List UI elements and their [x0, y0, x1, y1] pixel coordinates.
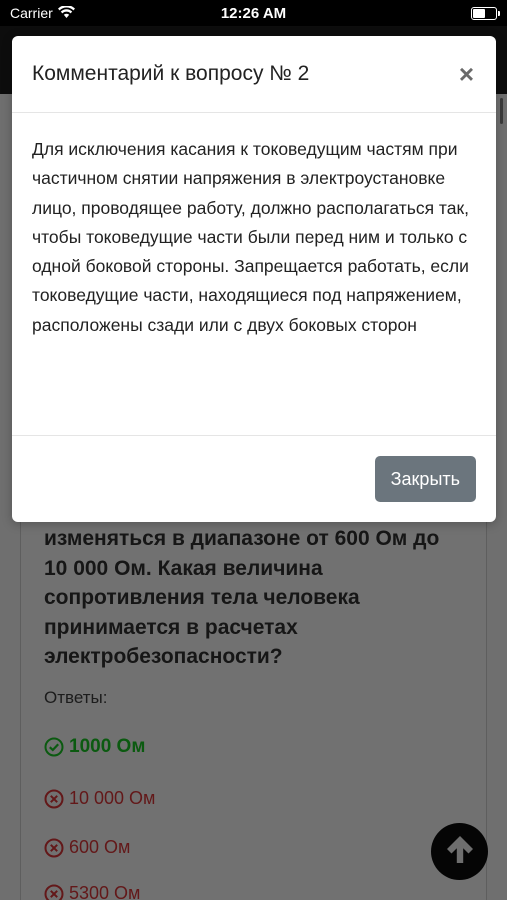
- comment-text: Для исключения касания к токоведущим час…: [32, 139, 470, 335]
- answer-option-wrong: 600 Ом: [44, 837, 130, 858]
- modal-body: Для исключения касания к токоведущим час…: [12, 113, 496, 436]
- status-left: Carrier: [10, 5, 75, 21]
- close-button[interactable]: Закрыть: [374, 456, 476, 502]
- battery-icon: [471, 6, 500, 20]
- x-circle-icon: [44, 884, 64, 900]
- answer-option-correct: 1000 Ом: [44, 736, 145, 758]
- modal-footer: Закрыть: [12, 436, 496, 522]
- close-icon[interactable]: ×: [459, 61, 474, 87]
- modal-title: Комментарий к вопросу № 2: [32, 62, 310, 85]
- x-circle-icon: [44, 838, 64, 858]
- check-circle-icon: [44, 737, 64, 757]
- modal-header: Комментарий к вопросу № 2 ×: [12, 36, 496, 113]
- status-time: 12:26 AM: [220, 4, 287, 22]
- arrow-up-icon: [441, 830, 479, 873]
- question-text: изменяться в диапазоне от 600 Ом до 10 0…: [44, 527, 440, 668]
- x-circle-icon: [44, 789, 64, 809]
- answer-text: 10 000 Ом: [69, 788, 156, 808]
- answer-text: 600 Ом: [69, 837, 131, 857]
- wifi-icon: [57, 5, 75, 21]
- comment-modal: Комментарий к вопросу № 2 × Для исключен…: [12, 36, 496, 522]
- answer-text: 1000 Ом: [69, 736, 146, 757]
- carrier-label: Carrier: [10, 5, 53, 21]
- answers-label: Ответы:: [44, 688, 108, 707]
- scroll-indicator: [500, 98, 503, 124]
- answer-option-wrong: 10 000 Ом: [44, 788, 155, 809]
- answer-option-wrong: 5300 Ом: [44, 883, 140, 900]
- answer-text: 5300 Ом: [69, 883, 141, 900]
- scroll-to-top-button[interactable]: [431, 823, 488, 880]
- status-bar: Carrier 12:26 AM: [0, 0, 507, 26]
